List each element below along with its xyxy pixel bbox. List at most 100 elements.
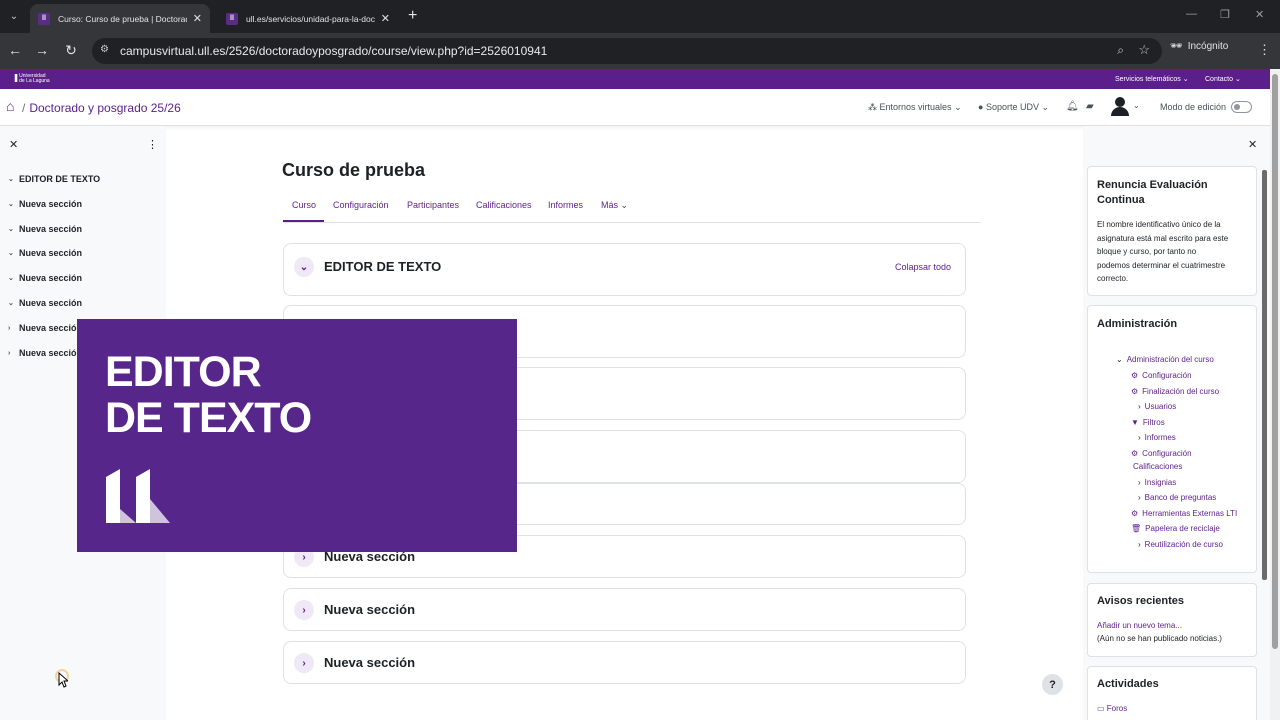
chevron-down-icon[interactable]: ⌄ [8, 175, 15, 183]
reload-icon[interactable]: ↻ [62, 42, 80, 59]
mouse-cursor-icon [58, 672, 68, 688]
breadcrumb[interactable]: / Doctorado y posgrado 25/26 [22, 101, 181, 115]
browser-tab-ull[interactable]: ll ull.es/servicios/unidad-para-la-docen… [218, 4, 398, 33]
contacto-link[interactable]: Contacto ⌄ [1205, 75, 1241, 83]
index-item-section[interactable]: › Nueva sección [8, 348, 82, 358]
section-title: Nueva sección [324, 602, 416, 617]
close-window-icon[interactable]: ✕ [1255, 8, 1264, 21]
chevron-down-icon[interactable]: ⌄ [8, 200, 15, 208]
edit-mode-toggle[interactable] [1231, 101, 1252, 113]
entornos-virtuales-menu[interactable]: ⁂ Entornos virtuales ⌄ [868, 102, 962, 113]
tab-mas[interactable]: Más ⌄ [601, 200, 628, 211]
ull-favicon-icon: ll [226, 12, 238, 25]
chevron-down-icon[interactable]: ⌄ [8, 299, 15, 307]
user-avatar[interactable] [1110, 96, 1130, 116]
tab-mas-label: Más [601, 200, 619, 210]
close-block-drawer-icon[interactable]: ✕ [1248, 138, 1257, 151]
index-item-section[interactable]: ⌄ Nueva sección [8, 248, 82, 258]
new-tab-icon[interactable]: + [408, 7, 417, 25]
search-icon[interactable]: ⌕ [1117, 43, 1124, 58]
close-drawer-icon[interactable]: ✕ [9, 138, 18, 151]
no-news-text: (Aún no se han publicado noticias.) [1097, 634, 1222, 643]
index-item-section[interactable]: ⌄ Nueva sección [8, 199, 82, 209]
admin-item-herramientas-lti[interactable]: ⚙ Herramientas Externas LTI [1131, 507, 1237, 520]
index-label: Nueva sección [19, 224, 83, 234]
page-scrollbar[interactable] [1270, 69, 1280, 720]
tab-informes[interactable]: Informes [548, 200, 583, 210]
tree-label: Banco de preguntas [1144, 493, 1217, 502]
close-tab-icon[interactable]: ✕ [381, 12, 390, 25]
tab-calificaciones[interactable]: Calificaciones [476, 200, 532, 210]
expand-section-chevron-right-icon[interactable]: › [294, 600, 314, 620]
tab-participantes[interactable]: Participantes [407, 200, 459, 210]
block-text-line: correcto. [1097, 274, 1129, 283]
admin-item-filtros[interactable]: ▼ Filtros [1131, 416, 1165, 429]
index-item-section[interactable]: ⌄ Nueva sección [8, 273, 82, 283]
bookmark-star-icon[interactable]: ☆ [1138, 42, 1150, 58]
index-item-section[interactable]: ⌄ Nueva sección [8, 224, 82, 234]
incognito-indicator[interactable]: 🕶 Incógnito [1170, 41, 1228, 52]
close-tab-icon[interactable]: ✕ [193, 12, 202, 25]
tree-label: Calificaciones [1133, 462, 1183, 471]
admin-item-finalizacion[interactable]: ⚙ Finalización del curso [1131, 385, 1219, 398]
ull-logo[interactable]: ll Universidad de La Laguna [14, 73, 51, 85]
help-button[interactable]: ? [1042, 674, 1063, 695]
messages-icon[interactable]: ▰ [1086, 101, 1094, 112]
admin-tree-root[interactable]: ⌄ Administración del curso [1116, 353, 1214, 366]
block-actividades: Actividades ▭ Foros [1087, 666, 1257, 720]
index-label: Nueva sección [19, 248, 83, 258]
admin-item-calificaciones-line2[interactable]: Calificaciones [1133, 460, 1182, 473]
drawer-scrollbar[interactable] [1262, 170, 1267, 580]
admin-item-configuracion[interactable]: ⚙ Configuración [1131, 369, 1192, 382]
forward-icon[interactable]: → [33, 42, 51, 58]
servicios-telematicos-link[interactable]: Servicios telemáticos ⌄ [1115, 75, 1189, 83]
chevron-down-icon[interactable]: ⌄ [8, 249, 15, 257]
admin-item-usuarios[interactable]: › Usuarios [1138, 400, 1176, 413]
user-menu-chevron-down-icon[interactable]: ⌄ [1133, 101, 1140, 110]
soporte-label: Soporte UDV [985, 102, 1039, 112]
scrollbar-thumb[interactable] [1272, 74, 1278, 649]
url-field[interactable]: ⚙ campusvirtual.ull.es/2526/doctoradoypo… [92, 38, 1162, 64]
collapse-all-link[interactable]: Colapsar todo [895, 262, 951, 272]
tree-label: Informes [1144, 433, 1176, 442]
index-label: Nueva sección [19, 298, 83, 308]
tree-label: Papelera de reciclaje [1145, 524, 1220, 533]
admin-item-config-calificaciones[interactable]: ⚙ Configuración [1131, 447, 1192, 460]
admin-item-papelera[interactable]: 🗑︎ Papelera de reciclaje [1131, 522, 1220, 535]
gear-icon: ⚙ [1131, 387, 1139, 396]
admin-item-informes[interactable]: › Informes [1138, 431, 1176, 444]
index-item-editor-de-texto[interactable]: ⌄ EDITOR DE TEXTO [8, 174, 100, 184]
chevron-down-icon[interactable]: ⌄ [8, 274, 15, 282]
chevron-right-icon[interactable]: › [8, 350, 15, 357]
gear-icon: ⚙ [1131, 509, 1139, 518]
chevron-right-icon[interactable]: › [8, 325, 15, 332]
index-item-section[interactable]: › Nueva sección [8, 323, 82, 333]
drawer-options-icon[interactable]: ⋮ [147, 138, 158, 151]
index-item-section[interactable]: ⌄ Nueva sección [8, 298, 82, 308]
admin-item-reutilizacion[interactable]: › Reutilización de curso [1138, 538, 1223, 551]
browser-menu-icon[interactable]: ⋮ [1258, 42, 1271, 58]
tree-label: Insignias [1144, 478, 1177, 487]
ull-favicon-icon: ll [38, 12, 50, 25]
admin-item-banco-preguntas[interactable]: › Banco de preguntas [1138, 491, 1216, 504]
collapse-section-chevron-down-icon[interactable]: ⌄ [294, 257, 314, 277]
activity-foros-link[interactable]: ▭ Foros [1097, 702, 1127, 716]
maximize-icon[interactable]: ❐ [1220, 8, 1230, 21]
notifications-bell-icon[interactable]: 🔔︎ [1066, 101, 1079, 112]
back-icon[interactable]: ← [6, 42, 24, 58]
home-icon[interactable]: ⌂ [6, 98, 14, 114]
tab-curso[interactable]: Curso [292, 200, 316, 210]
tab-configuracion[interactable]: Configuración [333, 200, 389, 210]
index-label: EDITOR DE TEXTO [19, 174, 101, 184]
site-info-icon[interactable]: ⚙ [100, 44, 109, 55]
chevron-down-icon: ⌄ [1116, 355, 1123, 364]
browser-tab-course[interactable]: ll Curso: Curso de prueba | Doctorado y … [30, 4, 210, 33]
chevron-down-icon[interactable]: ⌄ [8, 225, 15, 233]
soporte-udv-menu[interactable]: ● Soporte UDV ⌄ [978, 102, 1049, 113]
minimize-icon[interactable]: — [1186, 8, 1197, 20]
tab-search-icon[interactable]: ⌄ [4, 6, 24, 26]
expand-section-chevron-right-icon[interactable]: › [294, 653, 314, 673]
chevron-right-icon: › [1138, 478, 1141, 487]
admin-item-insignias[interactable]: › Insignias [1138, 476, 1176, 489]
add-topic-link[interactable]: Añadir un nuevo tema... [1097, 619, 1182, 633]
